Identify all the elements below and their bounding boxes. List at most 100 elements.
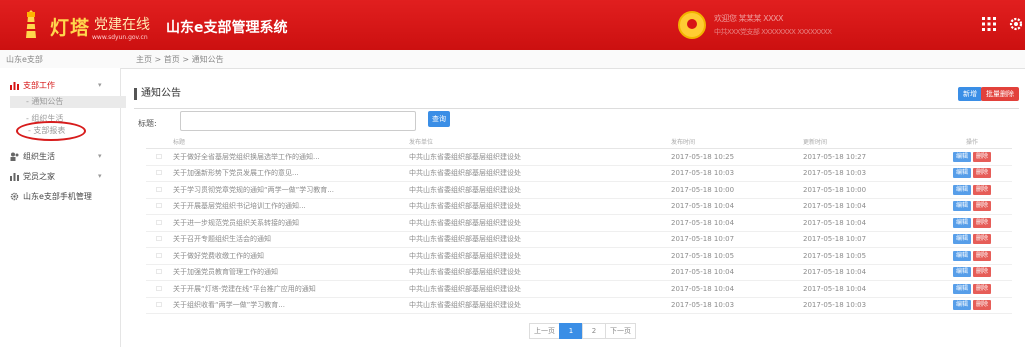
cell-title[interactable]: 关于开展“灯塔-党建在线”平台推广应用的通知 xyxy=(172,280,408,298)
cell-updated: 2017-05-18 10:27 xyxy=(802,148,932,166)
brand-subtitle: 党建在线 xyxy=(94,17,150,33)
row-checkbox[interactable]: ☐ xyxy=(146,148,172,166)
row-checkbox[interactable]: ☐ xyxy=(146,214,172,232)
table-row: ☐ 关于学习贯彻党章党规的通知“两学一做”学习教育... 中共山东省委组织部基层组织… xyxy=(146,181,1012,199)
sidebar-item-member-home[interactable]: 党员之家 xyxy=(10,171,55,182)
row-checkbox[interactable]: ☐ xyxy=(146,231,172,248)
table-row: ☐ 关于组织收看“两学一做”学习教育... 中共山东省委组织部基层组织建设处 2017… xyxy=(146,297,1012,314)
delete-button[interactable]: 删除 xyxy=(973,201,992,212)
cell-title[interactable]: 关于做好党费收缴工作的通知 xyxy=(172,247,408,265)
gear-icon[interactable] xyxy=(1008,16,1024,32)
sidebar-item-branch-work[interactable]: 支部工作 xyxy=(10,80,55,91)
breadcrumb[interactable]: 主页 > 首页 > 通知公告 xyxy=(136,54,224,65)
table-row: ☐ 关于做好党费收缴工作的通知 中共山东省委组织部基层组织建设处 2017-05-18… xyxy=(146,247,1012,265)
cell-actions: 编辑 删除 xyxy=(932,165,1012,182)
cell-title[interactable]: 关于加强新形势下党员发展工作的意见... xyxy=(172,165,408,182)
next-page-button[interactable]: 下一页 xyxy=(605,323,636,339)
cell-title[interactable]: 关于进一步规范党员组织关系转接的通知 xyxy=(172,214,408,232)
cell-actions: 编辑 删除 xyxy=(932,264,1012,281)
row-checkbox[interactable]: ☐ xyxy=(146,198,172,215)
main-panel: 通知公告 新增 批量删除 标题: 查询 标题 发布单位 发布时间 更新时间 操作… xyxy=(126,68,1025,347)
title-search-input[interactable] xyxy=(180,111,416,131)
cell-actions: 编辑 删除 xyxy=(932,297,1012,314)
delete-button[interactable]: 删除 xyxy=(973,234,992,245)
cell-published: 2017-05-18 10:04 xyxy=(670,280,802,298)
divider xyxy=(134,108,1019,109)
delete-button[interactable]: 删除 xyxy=(973,300,992,311)
panel-title: 通知公告 xyxy=(134,88,181,100)
edit-button[interactable]: 编辑 xyxy=(952,217,971,228)
sidebar-item-label: 山东e支部手机管理 xyxy=(23,192,92,201)
cell-unit: 中共山东省委组织部基层组织建设处 xyxy=(408,214,670,232)
cell-updated: 2017-05-18 10:03 xyxy=(802,297,932,314)
cell-published: 2017-05-18 10:04 xyxy=(670,264,802,281)
edit-button[interactable]: 编辑 xyxy=(952,283,971,294)
sidebar-item-label: 党员之家 xyxy=(23,172,55,181)
filter-label: 标题: xyxy=(138,119,157,128)
column-header-published: 发布时间 xyxy=(670,134,802,149)
page-button[interactable]: 2 xyxy=(582,323,606,339)
cell-unit: 中共山东省委组织部基层组织建设处 xyxy=(408,280,670,298)
delete-button[interactable]: 删除 xyxy=(973,283,992,294)
row-checkbox[interactable]: ☐ xyxy=(146,247,172,265)
edit-button[interactable]: 编辑 xyxy=(952,168,971,179)
cell-unit: 中共山东省委组织部基层组织建设处 xyxy=(408,264,670,281)
cell-actions: 编辑 删除 xyxy=(932,198,1012,215)
page-button[interactable]: 1 xyxy=(559,323,583,339)
cell-title[interactable]: 关于开展基层党组织书记培训工作的通知... xyxy=(172,198,408,215)
row-checkbox[interactable]: ☐ xyxy=(146,264,172,281)
edit-button[interactable]: 编辑 xyxy=(952,267,971,278)
delete-button[interactable]: 删除 xyxy=(973,217,992,228)
cell-published: 2017-05-18 10:05 xyxy=(670,247,802,265)
user-info-org: 中共XXX党支部 XXXXXXXX XXXXXXXX xyxy=(714,28,832,36)
cell-unit: 中共山东省委组织部基层组织建设处 xyxy=(408,148,670,166)
table-row: ☐ 关于开展“灯塔-党建在线”平台推广应用的通知 中共山东省委组织部基层组织建设处 2… xyxy=(146,280,1012,298)
cell-updated: 2017-05-18 10:07 xyxy=(802,231,932,248)
edit-button[interactable]: 编辑 xyxy=(952,234,971,245)
column-header-updated: 更新时间 xyxy=(802,134,932,149)
cell-actions: 编辑 删除 xyxy=(932,214,1012,232)
batch-delete-button[interactable]: 批量删除 xyxy=(981,87,1019,101)
chevron-down-icon: ▾ xyxy=(98,172,102,180)
delete-button[interactable]: 删除 xyxy=(973,267,992,278)
edit-button[interactable]: 编辑 xyxy=(952,151,971,162)
cell-unit: 中共山东省委组织部基层组织建设处 xyxy=(408,165,670,182)
select-all-header[interactable] xyxy=(146,134,172,149)
prev-page-button[interactable]: 上一页 xyxy=(529,323,560,339)
table-header-row: 标题 发布单位 发布时间 更新时间 操作 xyxy=(146,134,1012,149)
cell-unit: 中共山东省委组织部基层组织建设处 xyxy=(408,231,670,248)
sidebar-subitem-notices[interactable]: - 通知公告 xyxy=(10,96,126,108)
cell-title[interactable]: 关于召开专题组织生活会的通知 xyxy=(172,231,408,248)
row-checkbox[interactable]: ☐ xyxy=(146,165,172,182)
cell-published: 2017-05-18 10:04 xyxy=(670,214,802,232)
sidebar-item-org-life[interactable]: 组织生活 xyxy=(10,151,55,162)
cell-title[interactable]: 关于做好全省基层党组织换届选举工作的通知... xyxy=(172,148,408,166)
edit-button[interactable]: 编辑 xyxy=(952,184,971,195)
cell-title[interactable]: 关于加强党员教育管理工作的通知 xyxy=(172,264,408,281)
delete-button[interactable]: 删除 xyxy=(973,168,992,179)
row-checkbox[interactable]: ☐ xyxy=(146,280,172,298)
edit-button[interactable]: 编辑 xyxy=(952,300,971,311)
table-row: ☐ 关于加强党员教育管理工作的通知 中共山东省委组织部基层组织建设处 2017-05-… xyxy=(146,264,1012,281)
cell-title[interactable]: 关于组织收看“两学一做”学习教育... xyxy=(172,297,408,314)
party-emblem-icon xyxy=(678,11,706,39)
table-row: ☐ 关于进一步规范党员组织关系转接的通知 中共山东省委组织部基层组织建设处 2017-… xyxy=(146,214,1012,232)
row-checkbox[interactable]: ☐ xyxy=(146,297,172,314)
delete-button[interactable]: 删除 xyxy=(973,151,992,162)
sidebar-item-mobile-admin[interactable]: 山东e支部手机管理 xyxy=(10,191,92,202)
bar-chart-icon xyxy=(10,82,19,90)
edit-button[interactable]: 编辑 xyxy=(952,250,971,261)
brand-url: www.sdyun.gov.cn xyxy=(92,34,148,41)
add-button[interactable]: 新增 xyxy=(958,87,982,101)
app-grid-icon[interactable] xyxy=(982,17,996,31)
user-info-name: 欢迎您 某某某 XXXX xyxy=(714,14,784,23)
cell-title[interactable]: 关于学习贯彻党章党规的通知“两学一做”学习教育... xyxy=(172,181,408,199)
row-checkbox[interactable]: ☐ xyxy=(146,181,172,199)
delete-button[interactable]: 删除 xyxy=(973,184,992,195)
search-button[interactable]: 查询 xyxy=(428,111,450,127)
delete-button[interactable]: 删除 xyxy=(973,250,992,261)
chevron-down-icon: ▾ xyxy=(98,81,102,89)
edit-button[interactable]: 编辑 xyxy=(952,201,971,212)
cell-unit: 中共山东省委组织部基层组织建设处 xyxy=(408,297,670,314)
cell-updated: 2017-05-18 10:05 xyxy=(802,247,932,265)
